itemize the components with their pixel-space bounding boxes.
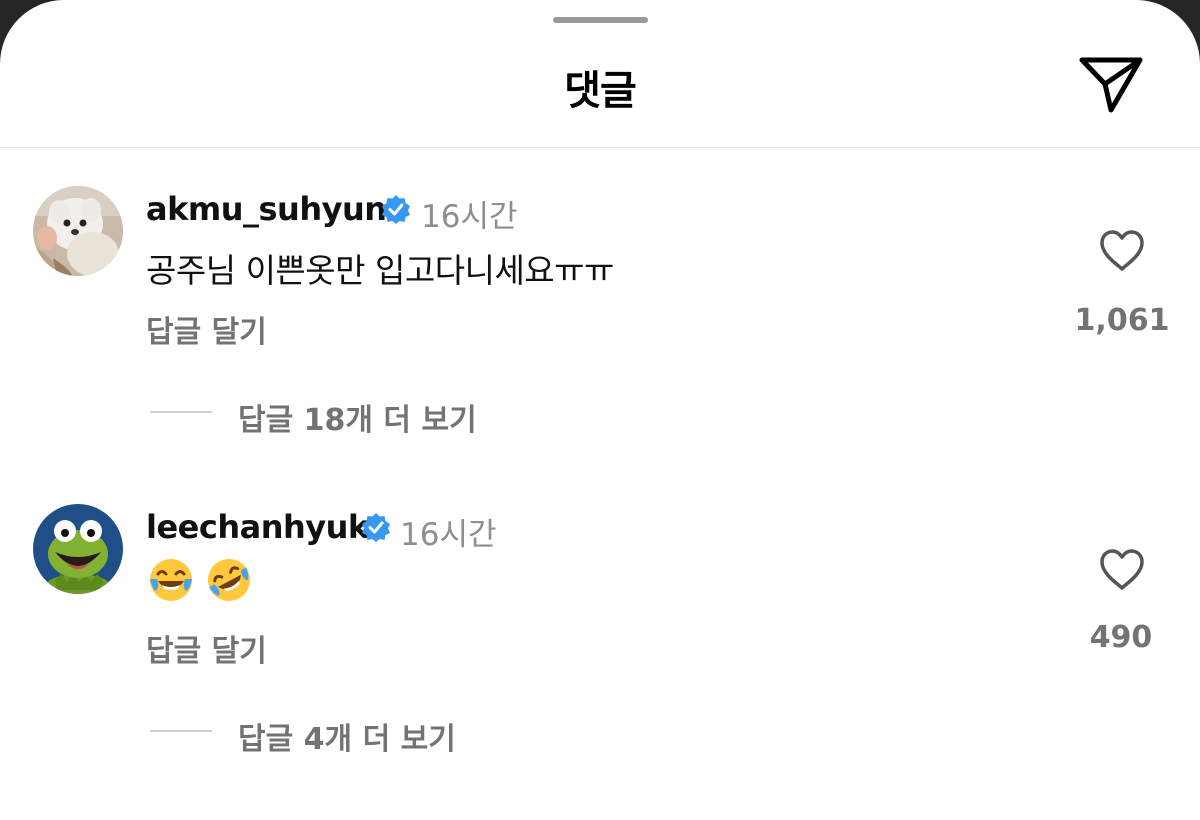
view-replies-button[interactable]: 답글 4개 더 보기 bbox=[238, 714, 456, 758]
heart-icon[interactable] bbox=[1098, 229, 1146, 273]
view-replies-button[interactable]: 답글 18개 더 보기 bbox=[238, 395, 477, 439]
avatar[interactable] bbox=[33, 504, 123, 594]
verified-badge-icon bbox=[362, 513, 390, 542]
comment-username[interactable]: akmu_suhyun bbox=[146, 190, 387, 228]
sheet-grabber-handle[interactable] bbox=[553, 17, 648, 23]
green-frog-avatar bbox=[33, 504, 123, 594]
verified-badge-icon bbox=[382, 195, 410, 224]
header-divider bbox=[0, 147, 1200, 148]
like-count: 1,061 bbox=[1074, 303, 1170, 338]
replies-divider-line bbox=[150, 411, 212, 413]
page-title: 댓글 bbox=[564, 68, 637, 114]
comment-text: 공주님 이쁜옷만 입고다니세요ㅠㅠ bbox=[146, 251, 614, 290]
replies-divider-line bbox=[150, 730, 212, 732]
face-with-tears-of-joy-icon bbox=[150, 559, 192, 601]
reply-button[interactable]: 답글 달기 bbox=[146, 626, 267, 670]
like-count: 490 bbox=[1089, 620, 1153, 655]
comment-timestamp: 16시간 bbox=[400, 517, 497, 553]
white-puppy-avatar bbox=[33, 186, 123, 276]
comments-sheet: 댓글 akmu_suhyun 16시간 공주님 이쁜옷만 입고다니세요ㅠㅠ 답글… bbox=[0, 0, 1200, 820]
rolling-on-the-floor-laughing-icon bbox=[208, 559, 250, 601]
avatar[interactable] bbox=[33, 186, 123, 276]
reply-button[interactable]: 답글 달기 bbox=[146, 307, 267, 351]
comment-timestamp: 16시간 bbox=[421, 199, 518, 235]
comment-username[interactable]: leechanhyuk bbox=[146, 508, 369, 546]
heart-icon[interactable] bbox=[1098, 548, 1146, 592]
paper-plane-icon[interactable] bbox=[1076, 52, 1146, 118]
